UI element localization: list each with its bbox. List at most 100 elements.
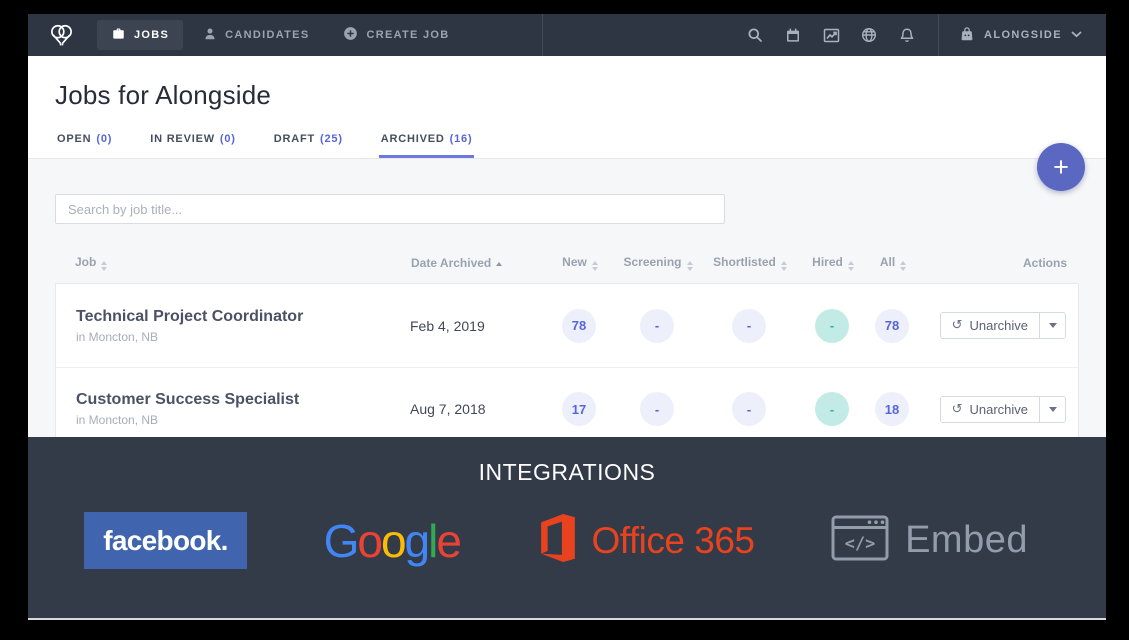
- new-count-badge[interactable]: 78: [562, 309, 596, 343]
- jobs-table: Technical Project Coordinator in Moncton…: [55, 283, 1079, 437]
- sort-icon: [101, 261, 107, 271]
- tab-label: OPEN: [57, 133, 91, 145]
- account-menu[interactable]: ALONGSIDE: [939, 14, 1106, 56]
- integrations-section: INTEGRATIONS facebook. Google Office 365: [28, 437, 1106, 618]
- all-count-cell: 78: [862, 309, 922, 343]
- all-count-badge[interactable]: 78: [875, 309, 909, 343]
- shortlisted-count-badge[interactable]: -: [732, 392, 766, 426]
- google-letter: g: [405, 515, 429, 567]
- page-title: Jobs for Alongside: [55, 80, 1079, 111]
- google-logo[interactable]: Google: [324, 514, 460, 568]
- screening-count-cell: -: [618, 309, 696, 343]
- unarchive-dropdown-button[interactable]: [1039, 313, 1065, 338]
- window-bottom-edge: [28, 618, 1106, 620]
- sort-asc-icon: [496, 262, 502, 266]
- unarchive-label: Unarchive: [969, 318, 1028, 333]
- hired-count-badge[interactable]: -: [815, 392, 849, 426]
- add-job-button[interactable]: +: [1037, 143, 1085, 191]
- tab-archived[interactable]: ARCHIVED (16): [379, 133, 475, 158]
- chevron-down-icon: [1071, 29, 1082, 41]
- job-title: Technical Project Coordinator: [76, 308, 410, 326]
- screening-count-badge[interactable]: -: [640, 392, 674, 426]
- page-header: Jobs for Alongside OPEN (0) IN REVIEW (0…: [28, 56, 1106, 159]
- tab-count: (16): [450, 133, 473, 145]
- app-window: JOBS CANDIDATES CREATE JOB: [28, 14, 1106, 620]
- sort-icon: [781, 261, 787, 271]
- hired-count-badge[interactable]: -: [815, 309, 849, 343]
- all-count-cell: 18: [862, 392, 922, 426]
- globe-icon[interactable]: [850, 14, 888, 56]
- integrations-logos: facebook. Google Office 365: [28, 512, 1106, 569]
- alongside-logo-icon[interactable]: [48, 22, 75, 48]
- new-count-badge[interactable]: 17: [562, 392, 596, 426]
- google-letter: o: [357, 515, 381, 567]
- screening-count-badge[interactable]: -: [640, 309, 674, 343]
- date-archived-cell: Feb 4, 2019: [410, 318, 540, 334]
- tab-open[interactable]: OPEN (0): [55, 133, 114, 158]
- tab-count: (0): [220, 133, 236, 145]
- column-header-new[interactable]: New: [541, 255, 619, 271]
- analytics-icon[interactable]: [812, 14, 850, 56]
- sort-icon: [592, 261, 598, 271]
- svg-text:</>: </>: [845, 534, 876, 554]
- actions-cell: ↺ Unarchive: [922, 312, 1078, 339]
- job-location: in Moncton, NB: [76, 413, 410, 427]
- navbar-divider: [542, 14, 543, 56]
- embed-logo-text: Embed: [905, 519, 1028, 562]
- shortlisted-count-cell: -: [696, 309, 802, 343]
- account-label: ALONGSIDE: [984, 29, 1062, 41]
- unarchive-icon: ↺: [952, 402, 963, 417]
- caret-down-icon: [1049, 323, 1057, 328]
- nav-item-label: CREATE JOB: [366, 29, 449, 41]
- google-letter: e: [436, 515, 460, 567]
- sort-icon: [687, 261, 693, 271]
- shortlisted-count-cell: -: [696, 392, 802, 426]
- hired-count-cell: -: [802, 309, 862, 343]
- column-header-date-archived[interactable]: Date Archived: [411, 256, 541, 270]
- top-navbar: JOBS CANDIDATES CREATE JOB: [28, 14, 1106, 56]
- shortlisted-count-badge[interactable]: -: [732, 309, 766, 343]
- tab-count: (25): [320, 133, 343, 145]
- tabs-bar: OPEN (0) IN REVIEW (0) DRAFT (25) ARCHIV…: [55, 133, 474, 158]
- bell-icon[interactable]: [888, 14, 926, 56]
- navbar-utility-icons: [736, 14, 926, 56]
- column-header-all[interactable]: All: [863, 255, 923, 271]
- facebook-logo-text: facebook.: [103, 525, 227, 557]
- navbar-left: JOBS CANDIDATES CREATE JOB: [48, 14, 470, 56]
- column-header-shortlisted[interactable]: Shortlisted: [697, 255, 803, 271]
- facebook-logo[interactable]: facebook.: [84, 512, 247, 569]
- nav-item-jobs[interactable]: JOBS: [97, 20, 183, 50]
- job-cell[interactable]: Customer Success Specialist in Moncton, …: [56, 391, 410, 427]
- all-count-badge[interactable]: 18: [875, 392, 909, 426]
- column-header-actions: Actions: [923, 256, 1079, 270]
- unarchive-label: Unarchive: [969, 402, 1028, 417]
- office365-logo[interactable]: Office 365: [537, 514, 755, 567]
- search-input[interactable]: [55, 194, 725, 224]
- calendar-icon[interactable]: [774, 14, 812, 56]
- job-location: in Moncton, NB: [76, 330, 410, 344]
- embed-logo[interactable]: </> Embed: [831, 515, 1028, 566]
- tab-count: (0): [96, 133, 112, 145]
- tab-draft[interactable]: DRAFT (25): [272, 133, 345, 158]
- column-header-job[interactable]: Job: [55, 255, 411, 271]
- hired-count-cell: -: [802, 392, 862, 426]
- unarchive-button[interactable]: ↺ Unarchive: [941, 397, 1039, 422]
- jobs-list-panel: Job Date Archived New Screening Shortlis…: [28, 159, 1106, 437]
- search-icon[interactable]: [736, 14, 774, 56]
- column-header-screening[interactable]: Screening: [619, 255, 697, 271]
- office-icon: [537, 514, 579, 567]
- google-letter: G: [324, 515, 358, 567]
- nav-item-candidates[interactable]: CANDIDATES: [189, 20, 323, 50]
- sort-icon: [848, 261, 854, 271]
- column-header-hired[interactable]: Hired: [803, 255, 863, 271]
- google-letter: o: [381, 515, 405, 567]
- table-row: Technical Project Coordinator in Moncton…: [56, 284, 1078, 367]
- tab-in-review[interactable]: IN REVIEW (0): [148, 133, 238, 158]
- unarchive-dropdown-button[interactable]: [1039, 397, 1065, 422]
- nav-item-create-job[interactable]: CREATE JOB: [329, 20, 463, 50]
- job-cell[interactable]: Technical Project Coordinator in Moncton…: [56, 308, 410, 344]
- new-count-cell: 17: [540, 392, 618, 426]
- unarchive-button[interactable]: ↺ Unarchive: [941, 313, 1039, 338]
- person-icon: [203, 27, 217, 44]
- briefcase-icon: [111, 26, 126, 44]
